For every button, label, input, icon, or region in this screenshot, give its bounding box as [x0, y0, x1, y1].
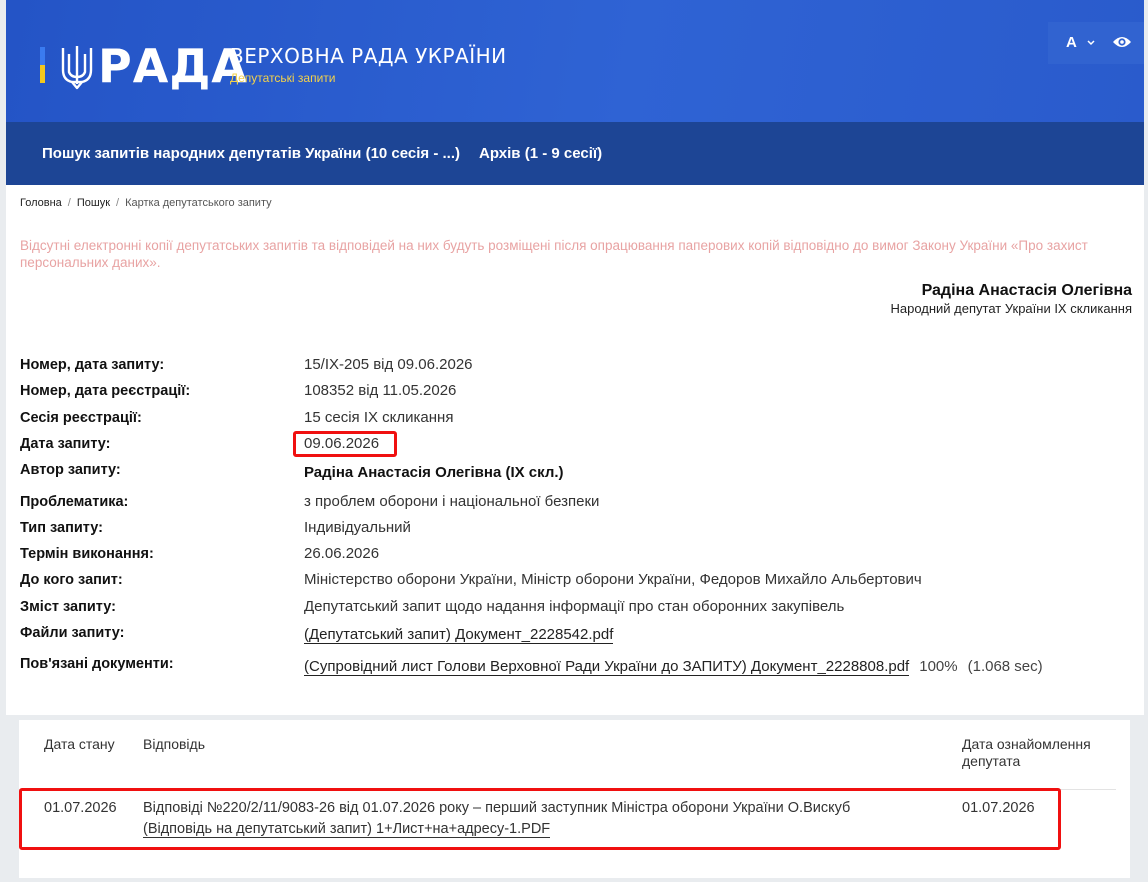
highlight-box-response: [19, 788, 1061, 850]
field-label-related: Пов'язані документи:: [20, 656, 174, 672]
field-label-request-date: Дата запиту:: [20, 436, 111, 452]
field-value-files: (Депутатський запит) Документ_2228542.pd…: [304, 626, 614, 644]
field-label-registration-number: Номер, дата реєстрації:: [20, 383, 191, 399]
field-value-deadline: 26.06.2026: [304, 545, 380, 562]
field-value-type: Індивідуальний: [304, 519, 411, 536]
field-value-request-number: 15/IX-205 від 09.06.2026: [304, 356, 473, 373]
load-time: (1.068 sec): [967, 658, 1043, 675]
highlight-box-date: [293, 431, 397, 457]
breadcrumb-search[interactable]: Пошук: [77, 197, 110, 209]
field-label-type: Тип запиту:: [20, 520, 103, 536]
breadcrumb: Головна / Пошук / Картка депутатського запит…: [20, 197, 272, 209]
field-label-topic: Проблематика:: [20, 494, 129, 510]
logo-text[interactable]: РАДА: [98, 36, 248, 96]
related-document-link[interactable]: (Супровідний лист Голови Верховної Ради …: [304, 658, 910, 676]
field-value-topic: з проблем оборони і національної безпеки: [304, 493, 600, 510]
field-label-content: Зміст запиту:: [20, 599, 116, 615]
responses-table: Дата стану Відповідь Дата ознайомлення д…: [19, 720, 1130, 878]
site-title[interactable]: ВЕРХОВНА РАДА УКРАЇНИ: [230, 44, 507, 68]
field-label-author: Автор запиту:: [20, 462, 121, 478]
column-header-ack-date: Дата ознайомлення депутата: [962, 736, 1091, 769]
field-label-session: Сесія реєстрації:: [20, 410, 142, 426]
breadcrumb-home[interactable]: Головна: [20, 197, 62, 209]
field-value-related: (Супровідний лист Голови Верховної Ради …: [304, 658, 1043, 676]
request-file-link[interactable]: (Депутатський запит) Документ_2228542.pd…: [304, 626, 614, 644]
field-value-session: 15 сесія IX скликання: [304, 409, 454, 426]
font-size-button[interactable]: A: [1066, 34, 1077, 51]
main-nav: Пошук запитів народних депутатів України…: [6, 122, 1144, 185]
deputy-role: Народний депутат України IX скликання: [890, 301, 1132, 316]
field-value-addressee: Міністерство оборони України, Міністр об…: [304, 571, 922, 588]
request-card: Головна / Пошук / Картка депутатського запит…: [6, 185, 1144, 715]
field-value-content: Депутатський запит щодо надання інформац…: [304, 598, 845, 615]
page: РАДА ВЕРХОВНА РАДА УКРАЇНИ Депутатські з…: [0, 0, 1148, 882]
deputy-name: Радіна Анастасія Олегівна: [921, 282, 1132, 299]
nav-item-archive[interactable]: Архів (1 - 9 сесії): [479, 145, 602, 162]
field-label-request-number: Номер, дата запиту:: [20, 357, 165, 373]
eye-icon[interactable]: [1112, 34, 1132, 50]
load-progress: 100%: [919, 658, 958, 675]
column-header-answer: Відповідь: [143, 736, 205, 752]
field-label-files: Файли запиту:: [20, 625, 125, 641]
site-subtitle: Депутатські запити: [230, 71, 336, 85]
breadcrumb-current: Картка депутатського запиту: [125, 197, 272, 209]
field-label-addressee: До кого запит:: [20, 572, 123, 588]
chevron-down-icon[interactable]: [1086, 38, 1096, 48]
field-label-deadline: Термін виконання:: [20, 546, 154, 562]
field-value-author: Радіна Анастасія Олегівна (IX скл.): [304, 464, 564, 481]
trident-icon: [61, 46, 93, 90]
nav-item-search[interactable]: Пошук запитів народних депутатів України…: [42, 145, 460, 162]
privacy-notice: Відсутні електронні копії депутатських з…: [20, 238, 1088, 270]
field-value-registration-number: 108352 від 11.05.2026: [304, 382, 457, 399]
flag-stripe: [40, 47, 45, 83]
header-controls: A: [1048, 22, 1144, 64]
column-header-date: Дата стану: [44, 736, 115, 752]
site-header: РАДА ВЕРХОВНА РАДА УКРАЇНИ Депутатські з…: [6, 0, 1144, 122]
